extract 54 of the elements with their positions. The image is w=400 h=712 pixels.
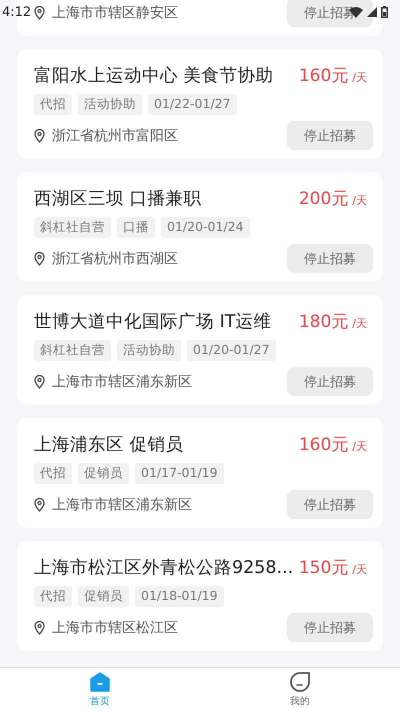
job-tag: 代招 — [34, 94, 72, 115]
battery-icon — [381, 6, 388, 18]
job-tag: 01/20-01/27 — [187, 340, 276, 361]
signal-icon — [367, 7, 377, 17]
price-unit: /天 — [352, 562, 367, 576]
price-unit: /天 — [352, 316, 367, 330]
price-unit: /天 — [352, 70, 367, 84]
location-pin-icon — [34, 252, 45, 266]
job-price: 180元 — [298, 310, 348, 332]
stop-recruiting-button[interactable]: 停止招募 — [287, 244, 373, 273]
location-text: 浙江省杭州市富阳区 — [52, 126, 178, 144]
job-tag: 01/17-01/19 — [135, 463, 224, 484]
job-price: 200元 — [298, 188, 348, 210]
job-tag: 01/20-01/24 — [161, 217, 250, 238]
stop-recruiting-button[interactable]: 停止招募 — [287, 121, 373, 150]
job-title: 上海浦东区 促销员 — [34, 434, 184, 456]
job-tag: 01/22-01/27 — [148, 94, 237, 115]
price-unit: /天 — [352, 438, 367, 454]
job-tag: 活动协助 — [117, 340, 181, 361]
job-tag: 斜杠社自营 — [34, 217, 111, 238]
status-time: 4:12 — [2, 4, 32, 20]
location-pin-icon — [34, 498, 45, 512]
job-title: 上海市松江区外青松公路9258... — [34, 557, 294, 579]
location-pin-icon — [34, 374, 45, 388]
location-text: 上海市市辖区浦东新区 — [52, 372, 192, 390]
stop-recruiting-button[interactable]: 停止招募 — [287, 367, 373, 396]
job-tag: 促销员 — [78, 463, 129, 484]
price-unit: /天 — [352, 192, 367, 208]
location-pin-icon — [34, 128, 45, 142]
job-title: 世博大道中化国际广场 IT运维 — [34, 311, 272, 333]
location-text: 上海市市辖区静安区 — [52, 4, 178, 22]
job-tag: 斜杠社自营 — [34, 340, 111, 361]
job-tag: 代招 — [34, 586, 72, 607]
job-tag: 活动协助 — [78, 94, 142, 115]
location-text: 上海市市辖区松江区 — [52, 618, 178, 636]
tab-item[interactable]: 首页 — [0, 668, 200, 712]
tab-item[interactable]: 我的 — [200, 668, 400, 712]
job-price: 150元 — [298, 556, 348, 578]
job-tag: 01/18-01/19 — [135, 586, 224, 607]
location-pin-icon — [34, 620, 45, 634]
job-title: 西湖区三坝 口播兼职 — [34, 188, 202, 210]
job-price: 160元 — [298, 64, 348, 86]
location-pin-icon — [34, 6, 45, 20]
job-tag: 促销员 — [78, 586, 129, 607]
location-text: 上海市市辖区浦东新区 — [52, 496, 192, 514]
face-icon — [290, 672, 310, 692]
stop-recruiting-button[interactable]: 停止招募 — [287, 490, 373, 519]
job-tag: 口播 — [117, 217, 155, 238]
stop-recruiting-button[interactable]: 停止招募 — [287, 613, 373, 642]
job-price: 160元 — [298, 434, 348, 456]
job-tag: 代招 — [34, 463, 72, 484]
home-icon — [90, 672, 110, 692]
job-title: 富阳水上运动中心 美食节协助 — [34, 65, 274, 87]
location-text: 浙江省杭州市西湖区 — [52, 250, 178, 268]
